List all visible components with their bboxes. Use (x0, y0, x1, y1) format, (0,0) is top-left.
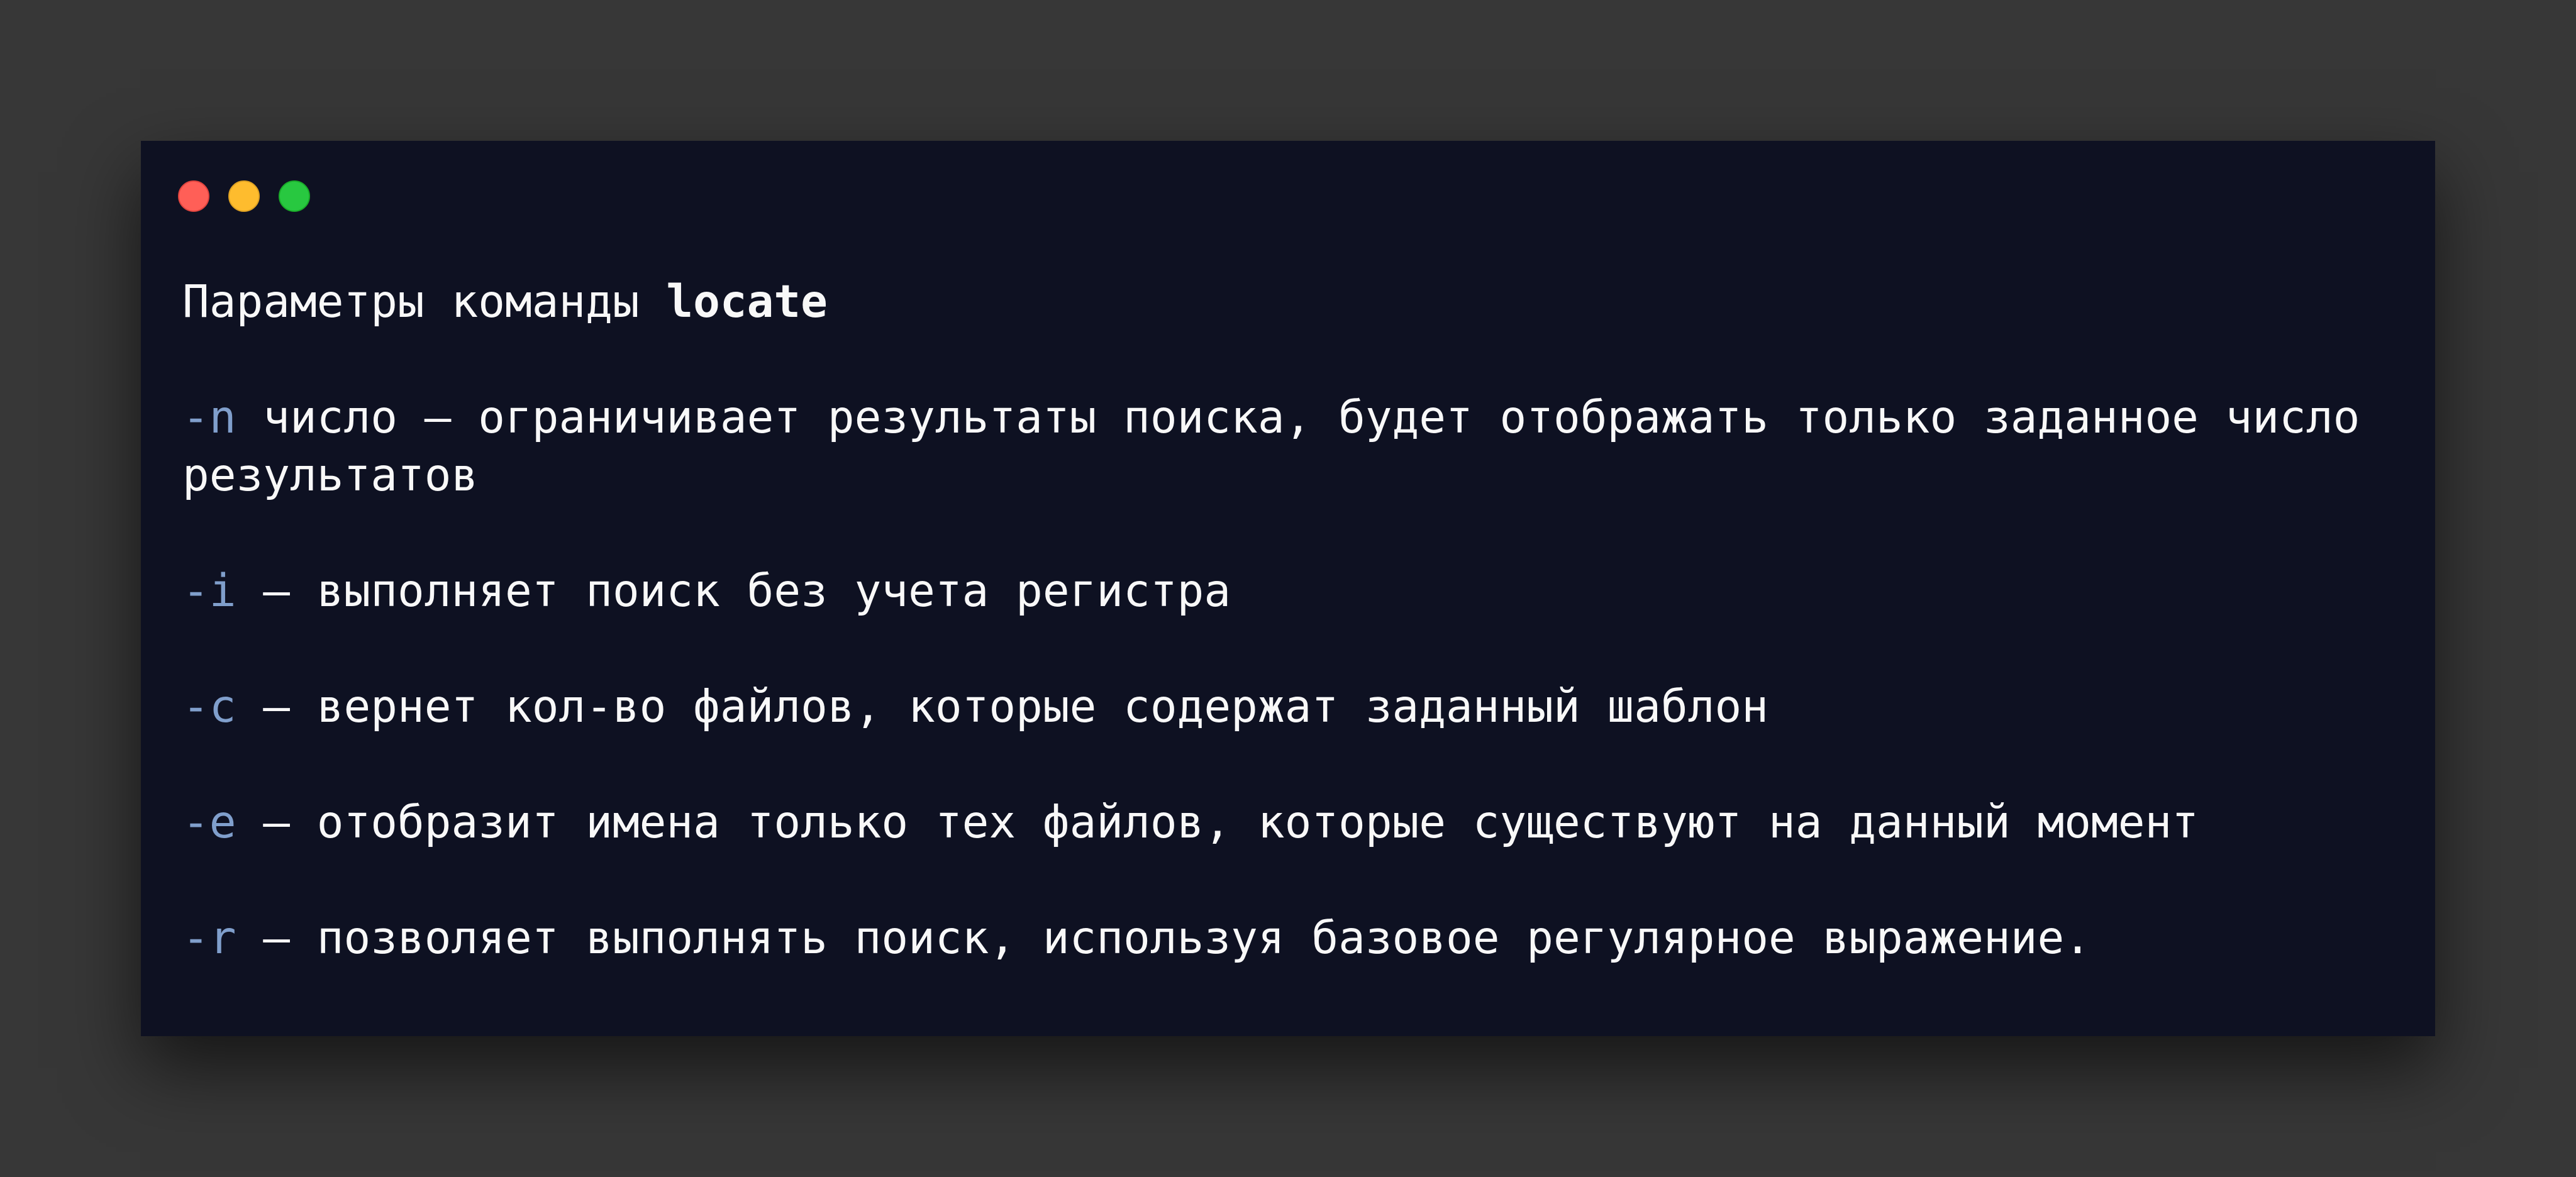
option-flag: -i (182, 565, 236, 617)
option-description: — позволяет выполнять поиск, используя б… (236, 912, 2091, 964)
option-flag: -e (182, 796, 236, 848)
heading-text: Параметры команды (182, 275, 667, 328)
option-i: -i — выполняет поиск без учета регистра (182, 562, 2409, 620)
option-e: -e — отобразит имена только тех файлов, … (182, 793, 2409, 851)
option-c: -c — вернет кол-во файлов, которые содер… (182, 678, 2409, 736)
code-window: Параметры команды locate -n число — огра… (141, 141, 2435, 1036)
option-description: — вернет кол-во файлов, которые содержат… (236, 680, 1768, 732)
option-n: -n число — ограничивает результаты поиск… (182, 389, 2409, 504)
zoom-button[interactable] (279, 180, 310, 212)
option-description: — выполняет поиск без учета регистра (236, 565, 1231, 617)
option-description: — отобразит имена только тех файлов, кот… (236, 796, 2199, 848)
minimize-button[interactable] (228, 180, 260, 212)
code-content: Параметры команды locate -n число — огра… (182, 273, 2409, 967)
option-description: число — ограничивает результаты поиска, … (182, 391, 2360, 501)
heading: Параметры команды locate (182, 273, 2409, 331)
command-name: locate (666, 275, 828, 328)
option-r: -r — позволяет выполнять поиск, использу… (182, 909, 2409, 967)
option-flag: -r (182, 912, 236, 964)
option-flag: -n (182, 391, 236, 443)
close-button[interactable] (178, 180, 209, 212)
option-flag: -c (182, 680, 236, 732)
